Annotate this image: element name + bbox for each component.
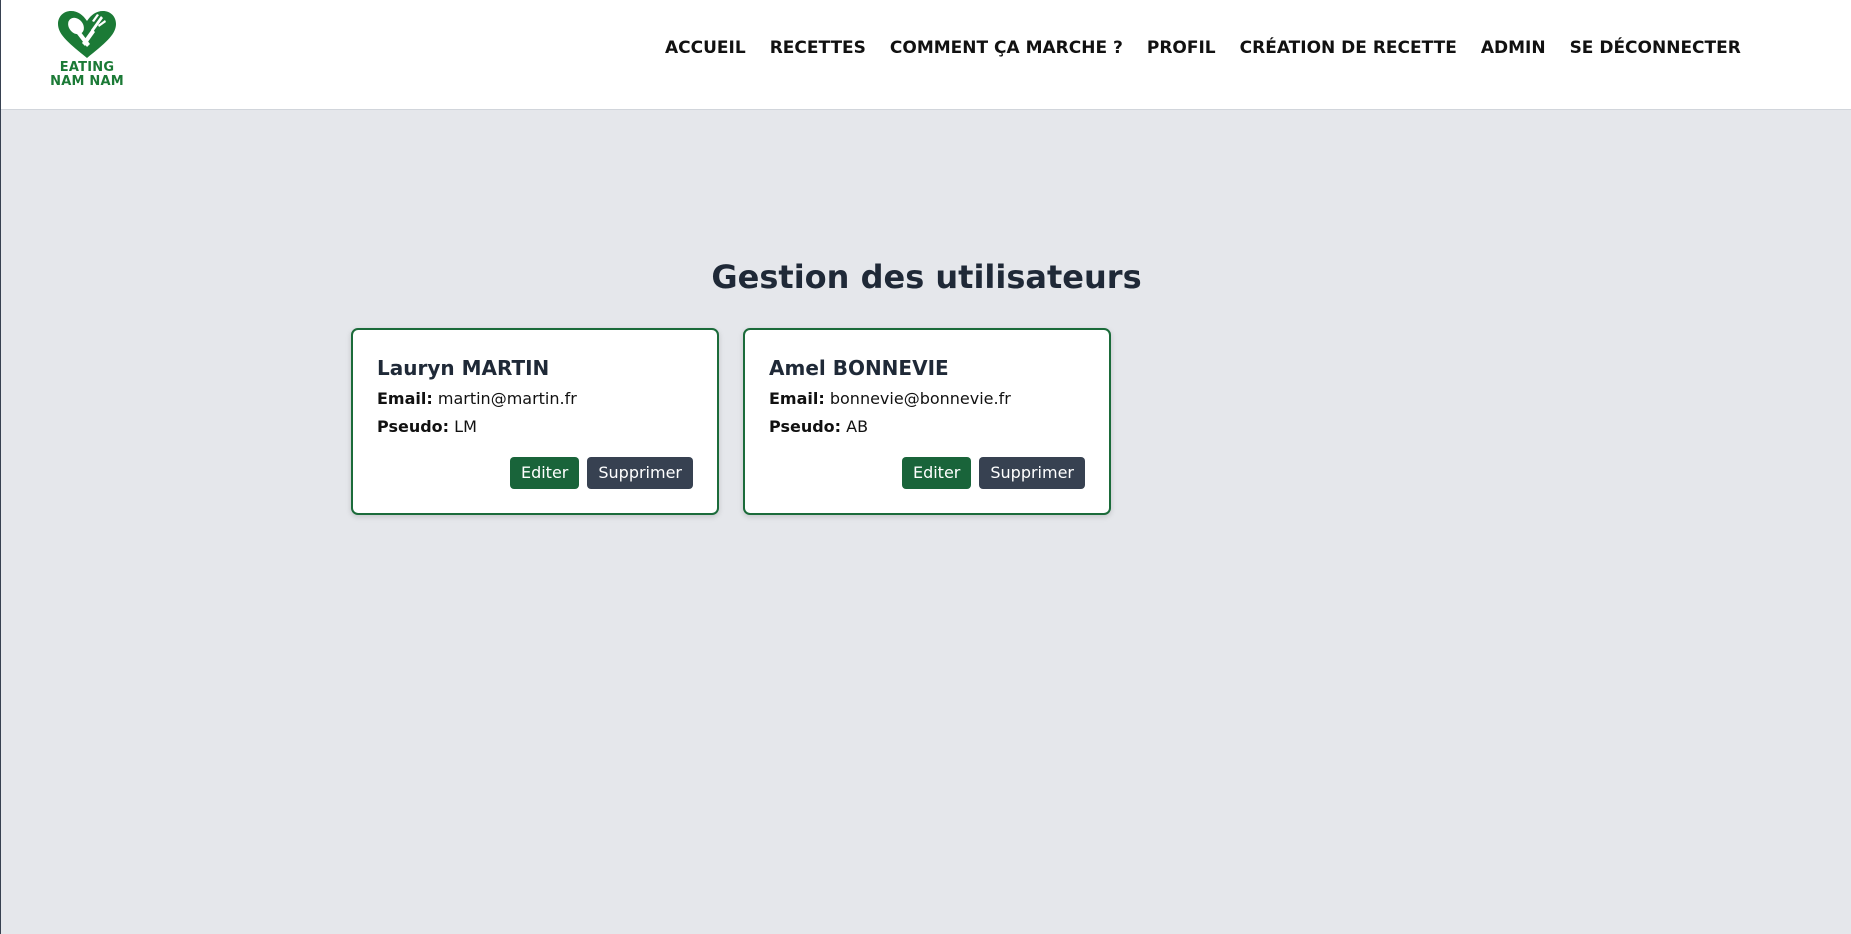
nav-recettes[interactable]: RECETTES xyxy=(770,38,866,58)
logo-text: EATING NAM NAM xyxy=(50,61,124,89)
page-title: Gestion des utilisateurs xyxy=(711,258,1142,296)
pseudo-label: Pseudo: xyxy=(377,417,450,436)
edit-user-button[interactable]: Editer xyxy=(901,457,972,489)
nav-comment-ca-marche[interactable]: COMMENT ÇA MARCHE ? xyxy=(890,38,1123,58)
user-name: Amel BONNEVIE xyxy=(769,356,949,380)
edit-user-button[interactable]: Editer xyxy=(509,457,580,489)
logo-line-2: NAM NAM xyxy=(50,74,124,89)
site-logo[interactable]: EATING NAM NAM xyxy=(47,10,127,92)
user-card-actions: Editer Supprimer xyxy=(509,457,693,489)
user-email: bonnevie@bonnevie.fr xyxy=(829,389,1011,408)
user-pseudo: AB xyxy=(846,417,869,436)
user-card: Lauryn MARTIN Email: martin@martin.fr Ps… xyxy=(351,328,719,515)
user-pseudo: LM xyxy=(454,417,477,436)
delete-user-button[interactable]: Supprimer xyxy=(979,457,1085,489)
nav-admin[interactable]: ADMIN xyxy=(1481,38,1546,58)
nav-creation-de-recette[interactable]: CRÉATION DE RECETTE xyxy=(1240,38,1457,58)
user-email-row: Email: bonnevie@bonnevie.fr xyxy=(769,389,1085,409)
user-card-list: Lauryn MARTIN Email: martin@martin.fr Ps… xyxy=(351,328,1111,515)
user-card-actions: Editer Supprimer xyxy=(901,457,1085,489)
nav-accueil[interactable]: ACCUEIL xyxy=(665,38,746,58)
delete-user-button[interactable]: Supprimer xyxy=(587,457,693,489)
user-pseudo-row: Pseudo: AB xyxy=(769,417,1085,437)
user-email-row: Email: martin@martin.fr xyxy=(377,389,693,409)
heart-spoon-fork-icon xyxy=(58,11,116,58)
main-nav: ACCUEIL RECETTES COMMENT ÇA MARCHE ? PRO… xyxy=(665,38,1741,58)
logo-line-1: EATING xyxy=(59,60,115,75)
user-email: martin@martin.fr xyxy=(437,389,577,408)
nav-se-deconnecter[interactable]: SE DÉCONNECTER xyxy=(1570,38,1741,58)
email-label: Email: xyxy=(377,389,433,408)
email-label: Email: xyxy=(769,389,825,408)
user-card: Amel BONNEVIE Email: bonnevie@bonnevie.f… xyxy=(743,328,1111,515)
user-name: Lauryn MARTIN xyxy=(377,356,550,380)
user-pseudo-row: Pseudo: LM xyxy=(377,417,693,437)
nav-profil[interactable]: PROFIL xyxy=(1147,38,1216,58)
site-header: EATING NAM NAM ACCUEIL RECETTES COMMENT … xyxy=(1,0,1851,110)
pseudo-label: Pseudo: xyxy=(769,417,842,436)
